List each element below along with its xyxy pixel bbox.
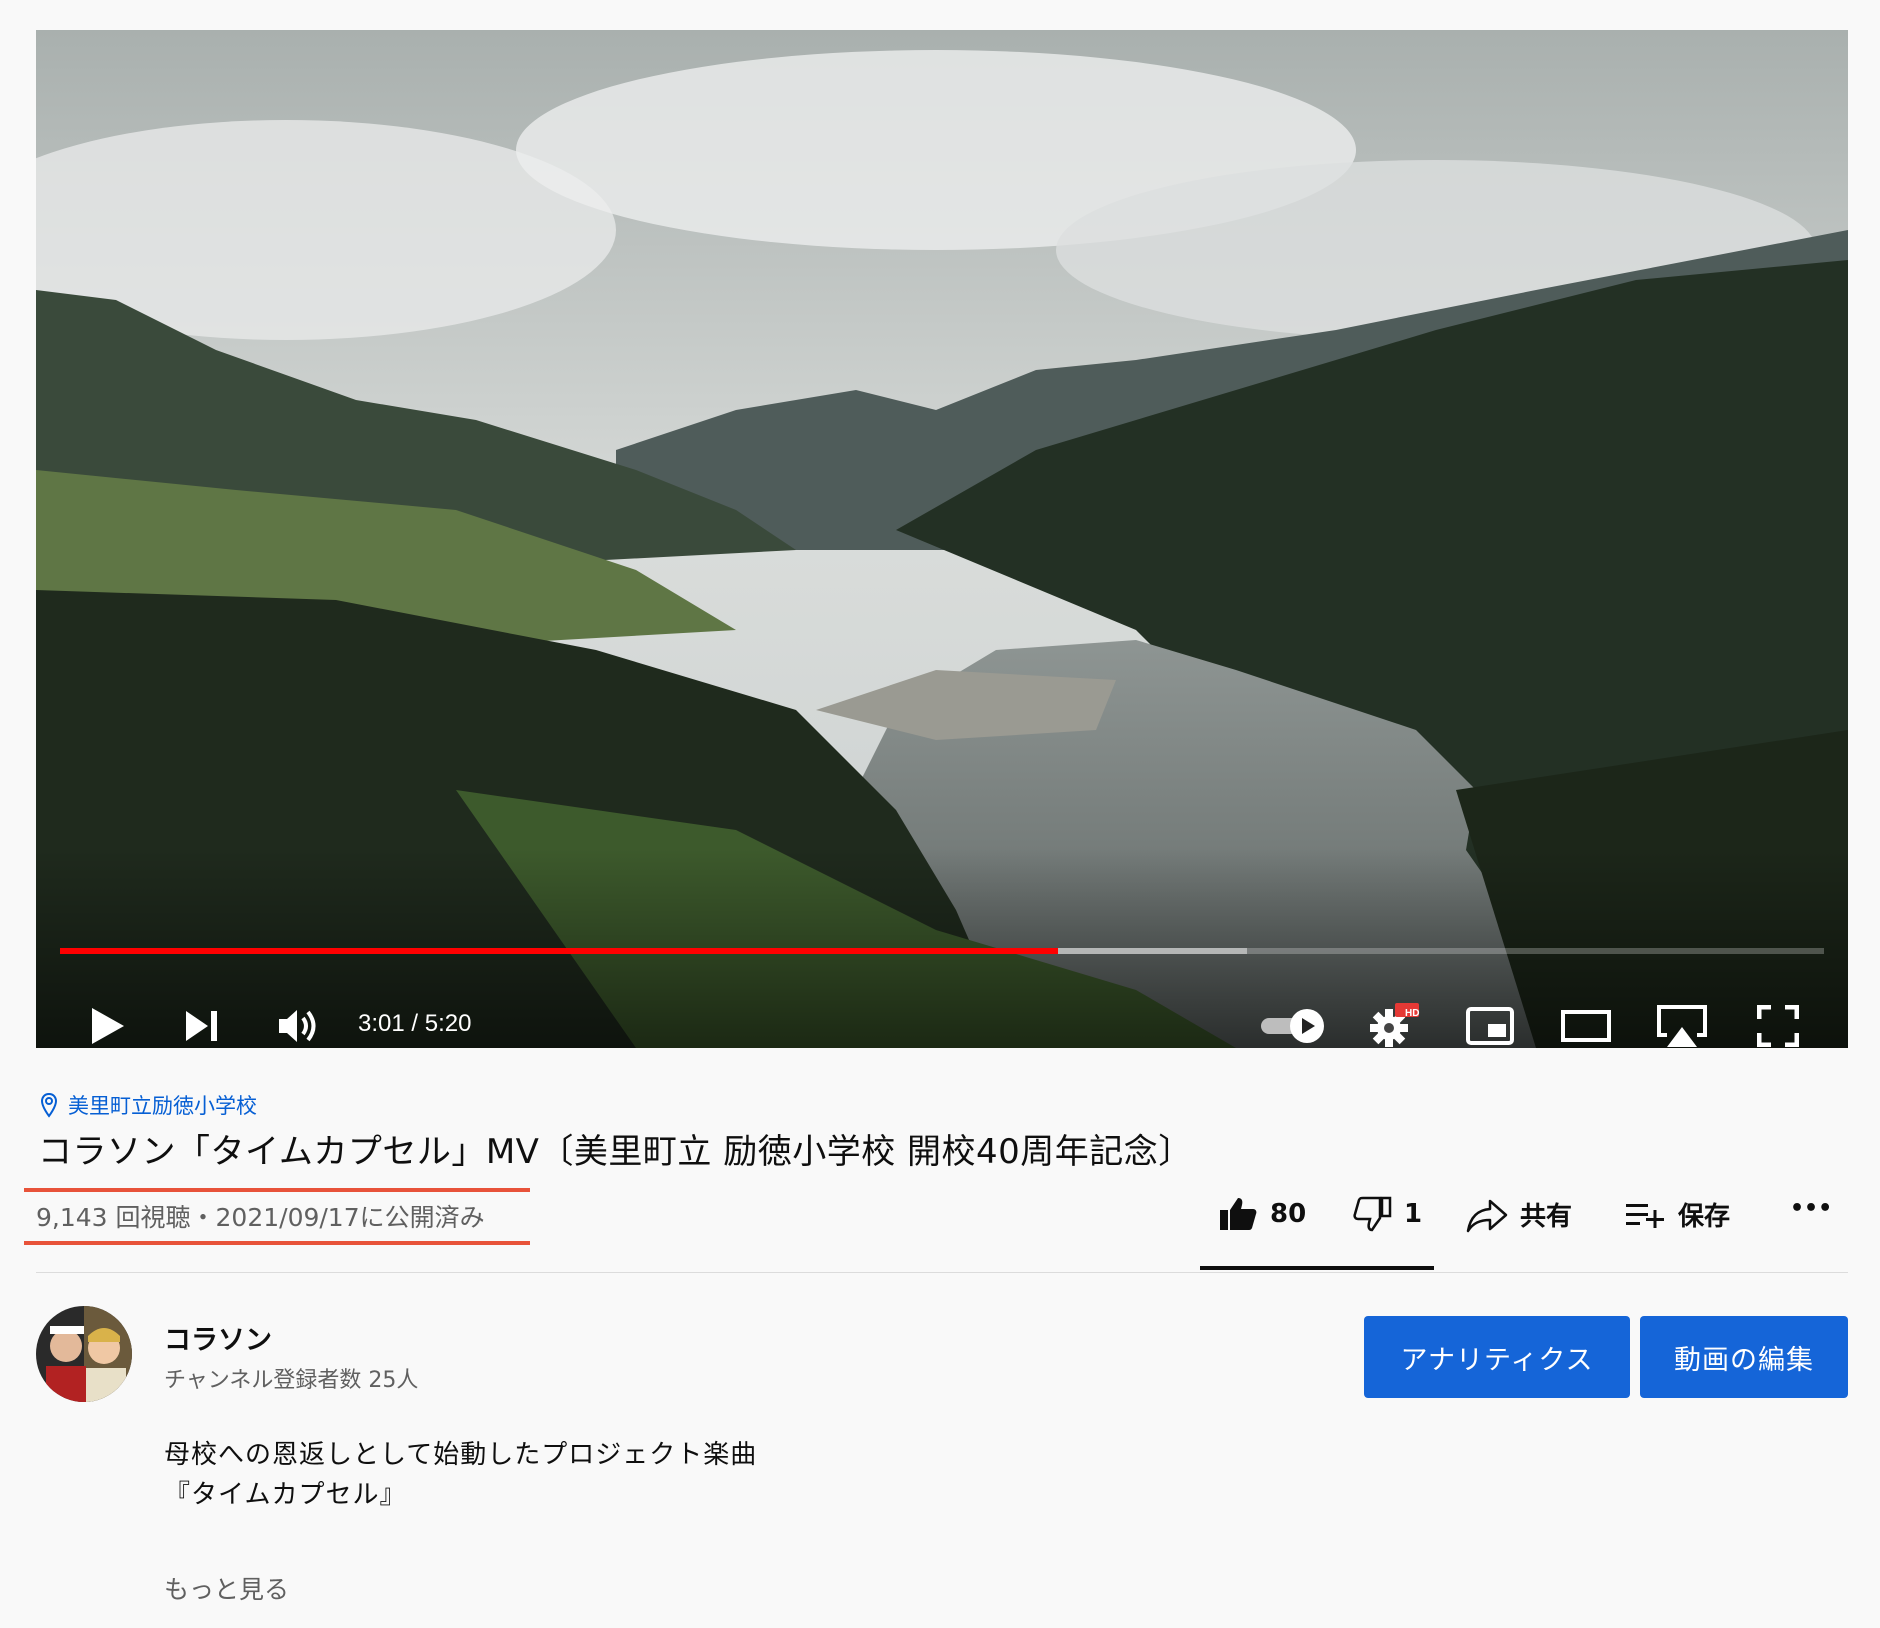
volume-icon bbox=[279, 1010, 316, 1042]
theater-mode-button[interactable] bbox=[1556, 996, 1616, 1048]
miniplayer-button[interactable] bbox=[1460, 996, 1520, 1048]
autoplay-toggle[interactable] bbox=[1256, 996, 1332, 1048]
settings-button[interactable]: HD bbox=[1364, 996, 1424, 1048]
more-actions-button[interactable]: ••• bbox=[1790, 1196, 1832, 1221]
annotation-underline-top bbox=[24, 1188, 530, 1192]
view-count-date: 9,143 回視聴・2021/09/17に公開済み bbox=[36, 1203, 485, 1232]
location-pin-icon bbox=[40, 1092, 58, 1118]
progress-played bbox=[60, 948, 1059, 954]
video-player[interactable]: 3:01 / 5:20 HD bbox=[36, 30, 1848, 1048]
avatar-image bbox=[36, 1306, 132, 1402]
dislike-count: 1 bbox=[1404, 1199, 1423, 1229]
thumbs-up-icon bbox=[1220, 1198, 1257, 1230]
thumbs-down-icon bbox=[1353, 1196, 1392, 1232]
hd-badge: HD bbox=[1405, 1008, 1420, 1019]
fullscreen-icon bbox=[1757, 1005, 1799, 1047]
save-label: 保存 bbox=[1678, 1202, 1731, 1232]
share-icon bbox=[1466, 1199, 1508, 1232]
location-label: 美里町立励徳小学校 bbox=[68, 1094, 257, 1118]
autoplay-toggle-icon bbox=[1261, 1009, 1324, 1043]
time-display: 3:01 / 5:20 bbox=[358, 1010, 472, 1037]
progress-bar[interactable] bbox=[60, 948, 1824, 954]
channel-avatar[interactable] bbox=[36, 1306, 132, 1402]
more-icon: ••• bbox=[1790, 1196, 1833, 1221]
share-label: 共有 bbox=[1520, 1202, 1573, 1232]
like-button[interactable]: 80 bbox=[1218, 1196, 1306, 1232]
description-line-1: 母校への恩返しとして始動したプロジェクト楽曲 bbox=[164, 1440, 758, 1470]
fullscreen-button[interactable] bbox=[1748, 996, 1808, 1048]
share-button[interactable]: 共有 bbox=[1466, 1196, 1572, 1233]
video-title: コラソン「タイムカプセル」MV〔美里町立 励徳小学校 開校40周年記念〕 bbox=[38, 1132, 1193, 1172]
edit-video-button[interactable]: 動画の編集 bbox=[1640, 1316, 1848, 1398]
theater-mode-icon bbox=[1561, 1010, 1611, 1042]
description-line-2: 『タイムカプセル』 bbox=[164, 1480, 407, 1510]
annotation-underline-bottom bbox=[24, 1241, 530, 1245]
dislike-button[interactable]: 1 bbox=[1352, 1196, 1422, 1232]
miniplayer-icon bbox=[1466, 1007, 1514, 1045]
subscriber-count: チャンネル登録者数 25人 bbox=[164, 1368, 419, 1393]
analytics-button[interactable]: アナリティクス bbox=[1364, 1316, 1630, 1398]
airplay-icon bbox=[1657, 1005, 1707, 1047]
playlist-add-icon bbox=[1626, 1203, 1664, 1228]
show-more-link[interactable]: もっと見る bbox=[164, 1570, 289, 1606]
play-icon bbox=[92, 1008, 124, 1044]
play-button[interactable] bbox=[78, 996, 138, 1048]
location-link[interactable]: 美里町立励徳小学校 bbox=[40, 1090, 257, 1120]
next-icon bbox=[186, 1011, 217, 1041]
like-count: 80 bbox=[1270, 1199, 1307, 1229]
airplay-button[interactable] bbox=[1652, 996, 1712, 1048]
divider bbox=[36, 1272, 1848, 1273]
volume-button[interactable] bbox=[268, 996, 328, 1048]
save-button[interactable]: 保存 bbox=[1624, 1196, 1730, 1233]
like-ratio-bar bbox=[1200, 1266, 1434, 1270]
channel-name[interactable]: コラソン bbox=[164, 1318, 272, 1357]
next-button[interactable] bbox=[172, 996, 232, 1048]
